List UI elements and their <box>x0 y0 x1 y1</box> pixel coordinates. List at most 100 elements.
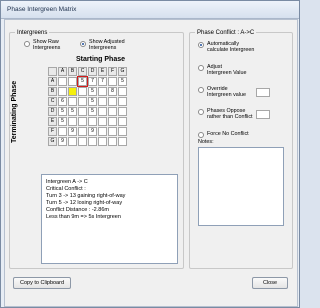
matrix-row-header: C <box>48 97 57 106</box>
dialog-client: Intergreens Show Raw Intergreens Show Ad… <box>4 19 298 307</box>
matrix-cell[interactable] <box>118 127 127 136</box>
matrix-cell[interactable]: 7 <box>88 77 97 86</box>
conflict-info-line: Less than 9m => 5s Intergreen <box>46 214 121 220</box>
matrix-row-header: A <box>48 77 57 86</box>
conflict-info-lines: Intergreen A -> C Critical Conflict : Turn… <box>46 179 125 221</box>
matrix-cell[interactable] <box>58 127 67 136</box>
matrix-cell[interactable]: 7 <box>98 77 107 86</box>
matrix-cell[interactable] <box>68 77 77 86</box>
override-value-input[interactable] <box>256 110 270 119</box>
matrix-cell[interactable] <box>88 117 97 126</box>
matrix-cell[interactable] <box>98 107 107 116</box>
matrix-cell[interactable] <box>78 107 87 116</box>
matrix-cell[interactable]: 5 <box>118 77 127 86</box>
conflict-info-line: Conflict Distance : -2.86m <box>46 207 109 213</box>
matrix-corner-cell <box>48 67 57 76</box>
intergreens-group: Intergreens Show Raw Intergreens Show Ad… <box>9 29 184 269</box>
matrix-cell[interactable] <box>108 97 117 106</box>
phase-conflict-option-sublabel: Intergreen Value <box>207 70 247 76</box>
matrix-cell[interactable] <box>108 117 117 126</box>
matrix-row-header: G <box>48 137 57 146</box>
conflict-info-panel: Intergreen A -> C Critical Conflict : Turn… <box>41 174 178 264</box>
conflict-info-line: Turn 5 -> 12 losing right-of-way <box>46 200 123 206</box>
intergreen-matrix: ABCDEFGA5775B58C65D555E5F99G9 <box>48 67 138 147</box>
matrix-cell[interactable] <box>108 77 117 86</box>
title-bar: Phase Intergreen Matrix <box>1 1 299 19</box>
window-title: Phase Intergreen Matrix <box>7 6 77 13</box>
matrix-column-header: E <box>98 67 107 76</box>
phase-conflict-option-radio[interactable] <box>198 65 204 71</box>
matrix-cell[interactable] <box>108 107 117 116</box>
matrix-column-header: G <box>118 67 127 76</box>
matrix-cell[interactable] <box>118 137 127 146</box>
conflict-info-line: Turn 3 -> 13 gaining right-of-way <box>46 193 126 199</box>
show-adjusted-label-line2: Intergreens <box>89 45 117 51</box>
matrix-cell[interactable] <box>98 97 107 106</box>
matrix-cell[interactable] <box>98 87 107 96</box>
matrix-cell[interactable] <box>78 117 87 126</box>
matrix-cell[interactable] <box>68 87 77 96</box>
matrix-title: Starting Phase <box>76 56 126 63</box>
matrix-cell[interactable] <box>58 87 67 96</box>
adjust-value-input[interactable] <box>256 88 270 97</box>
matrix-cell[interactable] <box>118 87 127 96</box>
notes-textarea[interactable] <box>198 147 284 226</box>
matrix-cell[interactable]: 5 <box>88 107 97 116</box>
phase-conflict-option-radio[interactable] <box>198 87 204 93</box>
matrix-cell[interactable]: 5 <box>88 97 97 106</box>
matrix-cell[interactable] <box>68 97 77 106</box>
phase-conflict-option-sublabel: calculate Intergreen <box>207 47 255 53</box>
phase-conflict-option-sublabel: Intergreen value <box>207 92 246 98</box>
matrix-cell[interactable]: 9 <box>58 137 67 146</box>
matrix-column-header: B <box>68 67 77 76</box>
matrix-cell[interactable] <box>98 117 107 126</box>
matrix-cell[interactable]: 5 <box>58 107 67 116</box>
phase-conflict-option-sublabel: rather than Conflict <box>207 114 253 120</box>
matrix-cell[interactable]: 5 <box>58 117 67 126</box>
show-raw-label-line2: Intergreens <box>33 45 61 51</box>
matrix-cell[interactable] <box>68 137 77 146</box>
matrix-cell[interactable]: 9 <box>68 127 77 136</box>
matrix-row-header: D <box>48 107 57 116</box>
phase-conflict-option-radio[interactable] <box>198 132 204 138</box>
matrix-column-header: A <box>58 67 67 76</box>
copy-to-clipboard-button[interactable]: Copy to Clipboard <box>13 277 71 289</box>
matrix-row-header: B <box>48 87 57 96</box>
phase-conflict-group-label: Phase Conflict : A->C <box>195 29 257 37</box>
matrix-cell[interactable] <box>98 137 107 146</box>
phase-conflict-option-radio[interactable] <box>198 109 204 115</box>
matrix-cell[interactable]: 5 <box>88 87 97 96</box>
matrix-cell[interactable] <box>108 137 117 146</box>
matrix-cell[interactable] <box>118 117 127 126</box>
matrix-cell[interactable]: 5 <box>68 107 77 116</box>
matrix-cell[interactable] <box>118 107 127 116</box>
show-adjusted-radio[interactable] <box>80 41 86 47</box>
close-button[interactable]: Close <box>252 277 288 289</box>
matrix-cell[interactable] <box>118 97 127 106</box>
matrix-cell[interactable] <box>58 77 67 86</box>
phase-conflict-option-label: Force No Conflict <box>207 131 249 137</box>
show-raw-radio[interactable] <box>24 41 30 47</box>
conflict-info-line: Critical Conflict : <box>46 186 86 192</box>
matrix-cell[interactable] <box>78 87 87 96</box>
matrix-column-header: D <box>88 67 97 76</box>
matrix-row-header: E <box>48 117 57 126</box>
matrix-cell[interactable]: 5 <box>77 76 88 87</box>
matrix-cell[interactable] <box>68 117 77 126</box>
phase-intergreen-window: Phase Intergreen Matrix Intergreens Show… <box>0 0 300 308</box>
matrix-cell[interactable] <box>108 127 117 136</box>
matrix-cell[interactable] <box>78 137 87 146</box>
phase-conflict-group: Phase Conflict : A->C Automatically calcu… <box>189 29 293 269</box>
intergreens-group-label: Intergreens <box>15 29 50 37</box>
matrix-cell[interactable] <box>78 127 87 136</box>
matrix-cell[interactable] <box>98 127 107 136</box>
matrix-cell[interactable]: 9 <box>88 127 97 136</box>
matrix-row-axis-label: Terminating Phase <box>11 80 18 143</box>
matrix-cell[interactable]: 8 <box>108 87 117 96</box>
matrix-column-header: C <box>78 67 87 76</box>
matrix-column-header: F <box>108 67 117 76</box>
matrix-cell[interactable] <box>78 97 87 106</box>
matrix-cell[interactable] <box>88 137 97 146</box>
phase-conflict-option-radio[interactable] <box>198 42 204 48</box>
matrix-cell[interactable]: 6 <box>58 97 67 106</box>
